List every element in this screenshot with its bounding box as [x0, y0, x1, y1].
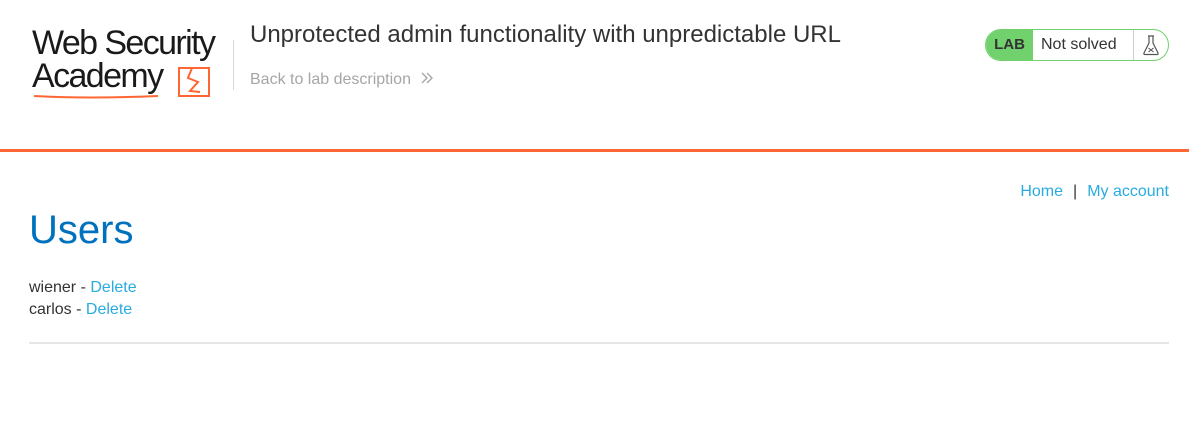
top-navigation: Home | My account: [1020, 183, 1169, 201]
web-security-academy-logo[interactable]: Web Security Academy: [30, 26, 230, 102]
my-account-link[interactable]: My account: [1087, 183, 1169, 200]
lab-status-widget: LAB Not solved: [985, 29, 1169, 61]
delete-user-link[interactable]: Delete: [86, 301, 132, 318]
back-link-label: Back to lab description: [250, 71, 411, 88]
page-title: Users: [29, 208, 134, 252]
header-divider: [233, 40, 234, 90]
back-to-lab-description-link[interactable]: Back to lab description: [250, 71, 434, 90]
list-item: carlos - Delete: [29, 299, 137, 321]
list-item: wiener - Delete: [29, 277, 137, 299]
lab-title: Unprotected admin functionality with unp…: [250, 21, 841, 48]
double-chevron-right-icon: [420, 71, 434, 90]
row-separator: -: [71, 301, 86, 318]
nav-separator: |: [1073, 183, 1078, 200]
content-divider: [29, 342, 1169, 344]
flask-icon: [1133, 30, 1168, 60]
username: wiener: [29, 279, 77, 296]
username: carlos: [29, 301, 72, 318]
page-header: Web Security Academy Unprotected admin f…: [0, 0, 1189, 152]
lab-status-text: Not solved: [1041, 36, 1117, 53]
delete-user-link[interactable]: Delete: [90, 279, 136, 296]
home-link[interactable]: Home: [1020, 183, 1063, 200]
lab-badge: LAB: [986, 30, 1033, 60]
user-list: wiener - Delete carlos - Delete: [29, 277, 137, 321]
logo-mark-icon: [33, 67, 210, 99]
row-separator: -: [76, 279, 91, 296]
